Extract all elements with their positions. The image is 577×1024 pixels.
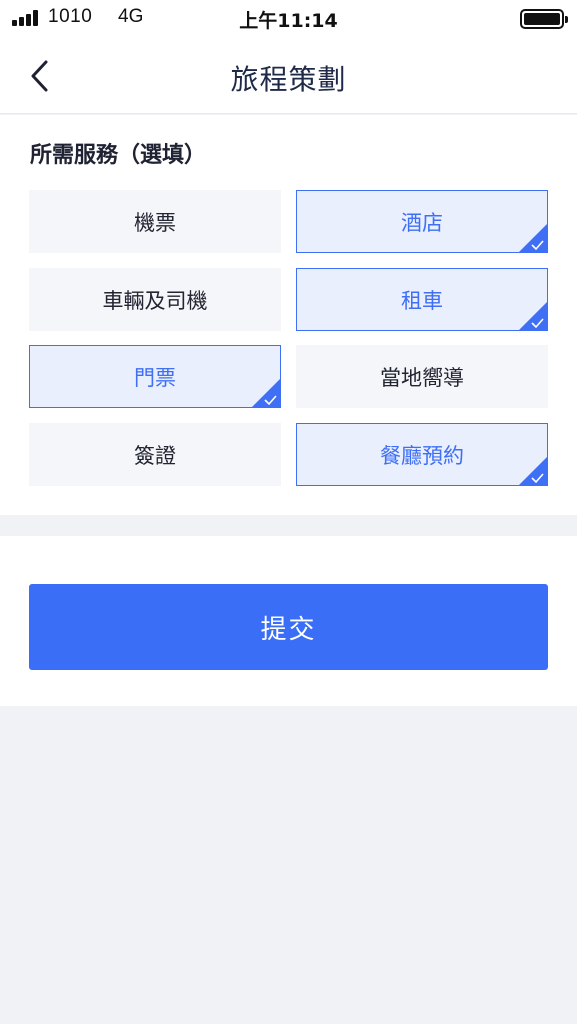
service-option-label: 當地嚮導 <box>380 365 464 390</box>
services-section: 所需服務（選填） 機票 酒店 車輛及司機 租車 門票 當地嚮導 簽證 餐廳預約 <box>0 115 577 515</box>
checkmark-corner-icon <box>519 302 547 330</box>
service-option-local-guide[interactable]: 當地嚮導 <box>296 345 548 408</box>
service-option-visa[interactable]: 簽證 <box>29 423 281 486</box>
nav-bar: 旅程策劃 <box>0 38 577 114</box>
service-option-tickets[interactable]: 門票 <box>29 345 281 408</box>
submit-area: 提交 <box>0 536 577 706</box>
service-option-label: 簽證 <box>134 443 176 468</box>
service-option-label: 租車 <box>401 288 443 313</box>
section-title: 所需服務（選填） <box>30 143 207 168</box>
checkmark-corner-icon <box>252 379 280 407</box>
status-bar: 1010 4G 上午11:14 <box>0 0 577 38</box>
service-option-hotel[interactable]: 酒店 <box>296 190 548 253</box>
service-option-flight[interactable]: 機票 <box>29 190 281 253</box>
service-option-label: 車輛及司機 <box>102 288 208 313</box>
service-option-car-rental[interactable]: 租車 <box>296 268 548 331</box>
submit-button[interactable]: 提交 <box>29 584 548 670</box>
service-option-car-driver[interactable]: 車輛及司機 <box>29 268 281 331</box>
checkmark-corner-icon <box>519 457 547 485</box>
service-option-label: 酒店 <box>401 210 443 235</box>
service-option-label: 餐廳預約 <box>380 443 464 468</box>
service-option-label: 機票 <box>134 210 176 235</box>
checkmark-corner-icon <box>519 224 547 252</box>
page-title: 旅程策劃 <box>230 63 347 96</box>
battery-icon <box>520 9 568 29</box>
service-option-restaurant[interactable]: 餐廳預約 <box>296 423 548 486</box>
service-option-label: 門票 <box>134 365 176 390</box>
status-time: 上午11:14 <box>239 10 338 32</box>
